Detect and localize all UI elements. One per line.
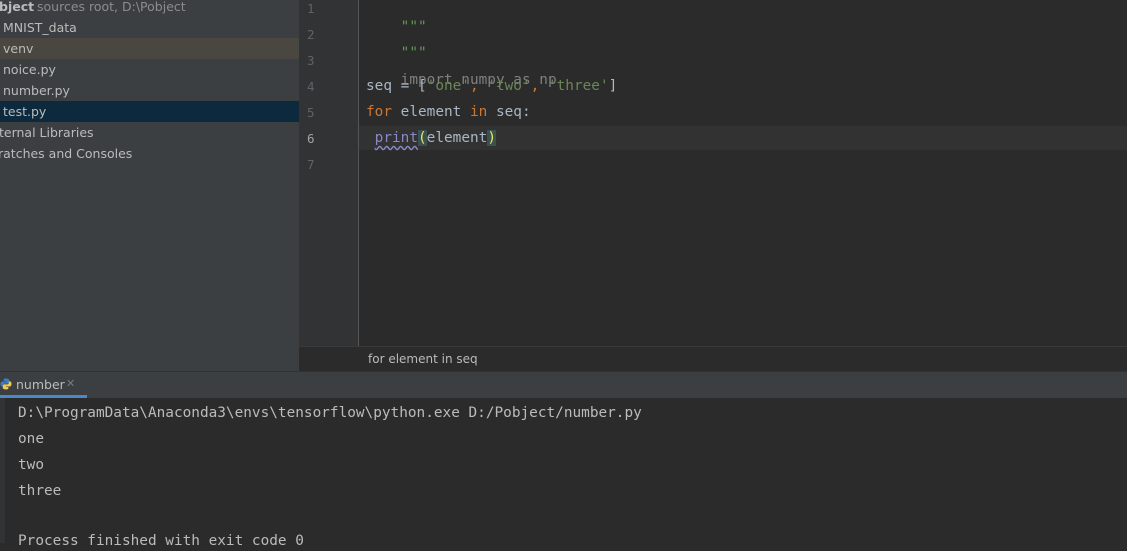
breadcrumb[interactable]: for element in seq [299, 346, 1127, 372]
line-number-active: 6 [307, 131, 315, 146]
keyword-token: in [469, 104, 488, 120]
string-token: 'one' [426, 78, 470, 94]
console-line: two [18, 457, 44, 473]
line-number: 4 [307, 79, 315, 94]
code-editor[interactable]: """ """ import numpy as np seq = ['one',… [359, 0, 1127, 346]
tree-item-external-libraries[interactable]: ternal Libraries [0, 122, 299, 143]
code-line-6[interactable]: print(element) [366, 128, 496, 148]
code-token: seq = [ [366, 78, 427, 94]
project-root-name: bject [0, 0, 35, 14]
console-line: D:\ProgramData\Anaconda3\envs\tensorflow… [18, 405, 642, 421]
code-token: ] [608, 78, 618, 94]
tree-item-number-py[interactable]: number.py [0, 80, 299, 101]
tree-item-label: ternal Libraries [0, 125, 94, 140]
line-number: 2 [307, 27, 315, 42]
matched-paren-token: ( [418, 130, 427, 146]
comma-token: , [530, 78, 548, 94]
editor-gutter[interactable]: 1 2 3 4 5 6 7 [299, 0, 359, 346]
tree-item-label: ratches and Consoles [0, 146, 133, 161]
line-number: 5 [307, 105, 315, 120]
code-line-4[interactable]: seq = ['one', 'two', 'three'] [366, 76, 617, 96]
string-token: 'two' [487, 78, 531, 94]
keyword-token: for [366, 104, 392, 120]
tree-item-label: MNIST_data [3, 20, 77, 35]
run-tab-label: number [16, 377, 65, 392]
line-number: 1 [307, 1, 315, 16]
console-line: one [18, 431, 44, 447]
line-number: 7 [307, 157, 315, 172]
tree-item-venv[interactable]: venv [0, 38, 299, 59]
code-line-5[interactable]: for element in seq: [366, 102, 531, 122]
run-tab-number[interactable]: number ✕ [0, 372, 87, 398]
matched-paren-token: ) [487, 130, 496, 146]
breadcrumb-label[interactable]: for element in seq [368, 352, 478, 366]
code-token: element [426, 130, 488, 146]
run-console[interactable]: D:\ProgramData\Anaconda3\envs\tensorflow… [0, 398, 1127, 549]
console-gutter [0, 398, 5, 543]
line-number: 3 [307, 53, 315, 68]
tree-item-scratches-and-consoles[interactable]: ratches and Consoles [0, 143, 299, 164]
code-token: seq: [487, 104, 531, 120]
tree-item-test-py[interactable]: test.py [0, 101, 299, 122]
code-token: element [392, 104, 470, 120]
run-tab-bar: number ✕ [0, 371, 1127, 399]
close-icon[interactable]: ✕ [66, 377, 75, 390]
project-root-row[interactable]: bject sources root, D:\Pobject [0, 0, 299, 17]
builtin-token: print [374, 130, 418, 146]
tree-item-label: number.py [3, 83, 70, 98]
console-line: three [18, 483, 62, 499]
tree-item-mnist-data[interactable]: MNIST_data [0, 17, 299, 38]
string-token: 'three' [547, 78, 609, 94]
python-icon [0, 378, 12, 390]
tree-item-noice-py[interactable]: noice.py [0, 59, 299, 80]
tree-item-label: noice.py [3, 62, 56, 77]
indent-token [366, 130, 375, 146]
tree-item-label: venv [3, 41, 34, 56]
project-tree-panel: bject sources root, D:\Pobject MNIST_dat… [0, 0, 299, 371]
console-line: Process finished with exit code 0 [18, 533, 304, 549]
comma-token: , [469, 78, 488, 94]
project-root-hint: sources root, D:\Pobject [37, 0, 186, 14]
tree-item-label: test.py [3, 104, 47, 119]
